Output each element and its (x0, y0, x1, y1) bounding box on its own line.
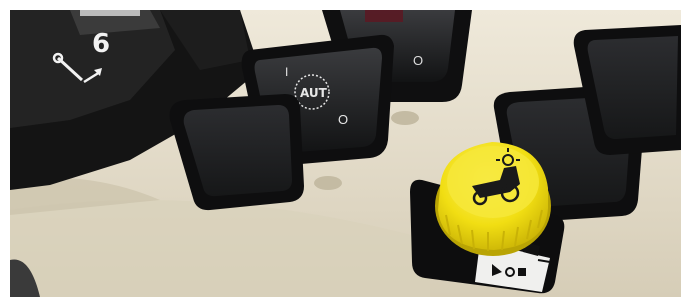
top-switch-mark: O (413, 53, 423, 68)
hazard-indicator (365, 10, 403, 22)
rocker-bottom-mark: O (338, 112, 348, 127)
lever-gear-number: 6 (92, 29, 110, 59)
rocker-mode-text: AUT (300, 86, 328, 100)
rocker-top-mark: I (285, 65, 288, 79)
image-frame: 6 O I AUT O (0, 0, 691, 307)
console-photo: 6 O I AUT O (10, 10, 681, 297)
switch-recess (314, 176, 342, 190)
console-scene: 6 O I AUT O (10, 10, 681, 297)
pto-knob[interactable] (435, 142, 551, 256)
